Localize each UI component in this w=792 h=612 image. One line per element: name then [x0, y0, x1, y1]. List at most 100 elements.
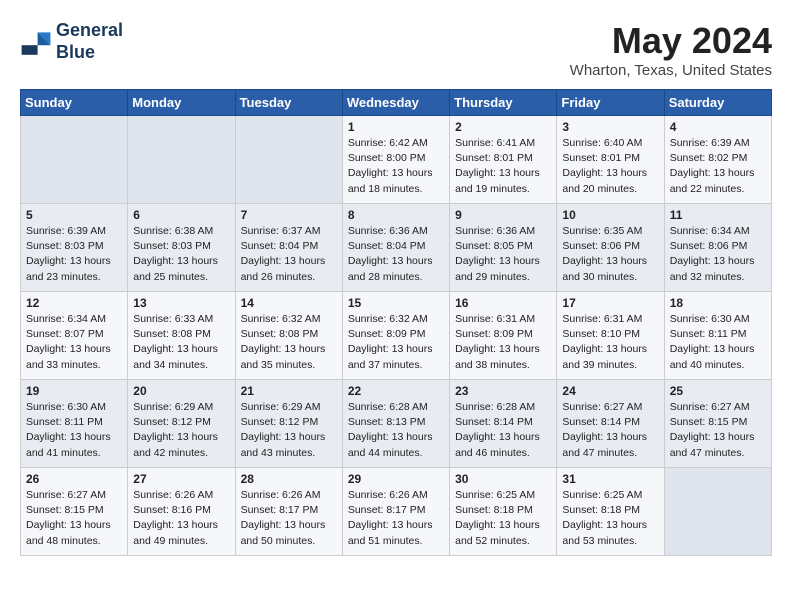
day-info: Sunrise: 6:26 AM Sunset: 8:17 PM Dayligh… — [241, 488, 337, 549]
calendar-cell: 22 Sunrise: 6:28 AM Sunset: 8:13 PM Dayli… — [342, 380, 449, 468]
header-cell-wednesday: Wednesday — [342, 90, 449, 116]
calendar-cell: 23 Sunrise: 6:28 AM Sunset: 8:14 PM Dayli… — [450, 380, 557, 468]
calendar-cell: 27 Sunrise: 6:26 AM Sunset: 8:16 PM Dayli… — [128, 468, 235, 556]
page-header: General Blue May 2024 Wharton, Texas, Un… — [20, 20, 772, 79]
day-info: Sunrise: 6:39 AM Sunset: 8:02 PM Dayligh… — [670, 136, 766, 197]
day-info: Sunrise: 6:34 AM Sunset: 8:06 PM Dayligh… — [670, 224, 766, 285]
day-number: 14 — [241, 296, 337, 310]
day-number: 7 — [241, 208, 337, 222]
calendar-cell: 24Sunrise: 6:27 AM Sunset: 8:14 PM Dayli… — [557, 380, 664, 468]
calendar-cell: 20 Sunrise: 6:29 AM Sunset: 8:12 PM Dayli… — [128, 380, 235, 468]
day-number: 16 — [455, 296, 551, 310]
day-number: 1 — [348, 120, 444, 134]
day-info: Sunrise: 6:32 AM Sunset: 8:09 PM Dayligh… — [348, 312, 444, 373]
calendar-cell: 19 Sunrise: 6:30 AM Sunset: 8:11 PM Dayli… — [21, 380, 128, 468]
day-info: Sunrise: 6:37 AM Sunset: 8:04 PM Dayligh… — [241, 224, 337, 285]
calendar-cell: 11 Sunrise: 6:34 AM Sunset: 8:06 PM Dayli… — [664, 204, 771, 292]
header-cell-monday: Monday — [128, 90, 235, 116]
calendar-cell: 25Sunrise: 6:27 AM Sunset: 8:15 PM Dayli… — [664, 380, 771, 468]
calendar-cell: 12 Sunrise: 6:34 AM Sunset: 8:07 PM Dayli… — [21, 292, 128, 380]
day-number: 12 — [26, 296, 122, 310]
calendar-cell — [128, 116, 235, 204]
header-row: SundayMondayTuesdayWednesdayThursdayFrid… — [21, 90, 772, 116]
calendar-cell: 29Sunrise: 6:26 AM Sunset: 8:17 PM Dayli… — [342, 468, 449, 556]
calendar-cell: 7 Sunrise: 6:37 AM Sunset: 8:04 PM Daylig… — [235, 204, 342, 292]
calendar-cell: 1 Sunrise: 6:42 AM Sunset: 8:00 PM Daylig… — [342, 116, 449, 204]
day-number: 22 — [348, 384, 444, 398]
calendar-row: 26Sunrise: 6:27 AM Sunset: 8:15 PM Dayli… — [21, 468, 772, 556]
day-info: Sunrise: 6:38 AM Sunset: 8:03 PM Dayligh… — [133, 224, 229, 285]
calendar-cell: 8Sunrise: 6:36 AM Sunset: 8:04 PM Daylig… — [342, 204, 449, 292]
calendar-cell: 14 Sunrise: 6:32 AM Sunset: 8:08 PM Dayli… — [235, 292, 342, 380]
month-title: May 2024 — [570, 20, 772, 62]
title-block: May 2024 Wharton, Texas, United States — [570, 20, 772, 79]
day-number: 10 — [562, 208, 658, 222]
header-cell-saturday: Saturday — [664, 90, 771, 116]
calendar-cell: 15Sunrise: 6:32 AM Sunset: 8:09 PM Dayli… — [342, 292, 449, 380]
day-number: 29 — [348, 472, 444, 486]
day-number: 4 — [670, 120, 766, 134]
calendar-cell: 2Sunrise: 6:41 AM Sunset: 8:01 PM Daylig… — [450, 116, 557, 204]
calendar-cell: 13 Sunrise: 6:33 AM Sunset: 8:08 PM Dayli… — [128, 292, 235, 380]
calendar-cell: 9Sunrise: 6:36 AM Sunset: 8:05 PM Daylig… — [450, 204, 557, 292]
day-number: 28 — [241, 472, 337, 486]
day-info: Sunrise: 6:35 AM Sunset: 8:06 PM Dayligh… — [562, 224, 658, 285]
day-number: 27 — [133, 472, 229, 486]
day-info: Sunrise: 6:25 AM Sunset: 8:18 PM Dayligh… — [562, 488, 658, 549]
day-number: 20 — [133, 384, 229, 398]
logo-line2: Blue — [56, 42, 95, 62]
day-number: 11 — [670, 208, 766, 222]
day-number: 30 — [455, 472, 551, 486]
calendar-cell: 26Sunrise: 6:27 AM Sunset: 8:15 PM Dayli… — [21, 468, 128, 556]
calendar-cell: 16Sunrise: 6:31 AM Sunset: 8:09 PM Dayli… — [450, 292, 557, 380]
day-number: 18 — [670, 296, 766, 310]
day-number: 13 — [133, 296, 229, 310]
day-number: 8 — [348, 208, 444, 222]
day-info: Sunrise: 6:30 AM Sunset: 8:11 PM Dayligh… — [26, 400, 122, 461]
day-info: Sunrise: 6:41 AM Sunset: 8:01 PM Dayligh… — [455, 136, 551, 197]
calendar-cell: 3Sunrise: 6:40 AM Sunset: 8:01 PM Daylig… — [557, 116, 664, 204]
day-number: 31 — [562, 472, 658, 486]
calendar-cell: 18 Sunrise: 6:30 AM Sunset: 8:11 PM Dayli… — [664, 292, 771, 380]
day-info: Sunrise: 6:25 AM Sunset: 8:18 PM Dayligh… — [455, 488, 551, 549]
day-info: Sunrise: 6:32 AM Sunset: 8:08 PM Dayligh… — [241, 312, 337, 373]
day-info: Sunrise: 6:27 AM Sunset: 8:15 PM Dayligh… — [26, 488, 122, 549]
day-info: Sunrise: 6:39 AM Sunset: 8:03 PM Dayligh… — [26, 224, 122, 285]
day-info: Sunrise: 6:29 AM Sunset: 8:12 PM Dayligh… — [133, 400, 229, 461]
calendar-row: 5Sunrise: 6:39 AM Sunset: 8:03 PM Daylig… — [21, 204, 772, 292]
day-info: Sunrise: 6:34 AM Sunset: 8:07 PM Dayligh… — [26, 312, 122, 373]
day-info: Sunrise: 6:40 AM Sunset: 8:01 PM Dayligh… — [562, 136, 658, 197]
calendar-row: 19 Sunrise: 6:30 AM Sunset: 8:11 PM Dayli… — [21, 380, 772, 468]
logo: General Blue — [20, 20, 123, 63]
day-info: Sunrise: 6:31 AM Sunset: 8:10 PM Dayligh… — [562, 312, 658, 373]
day-info: Sunrise: 6:33 AM Sunset: 8:08 PM Dayligh… — [133, 312, 229, 373]
day-number: 19 — [26, 384, 122, 398]
day-info: Sunrise: 6:28 AM Sunset: 8:13 PM Dayligh… — [348, 400, 444, 461]
calendar-cell: 17 Sunrise: 6:31 AM Sunset: 8:10 PM Dayli… — [557, 292, 664, 380]
logo-text: General Blue — [56, 20, 123, 63]
day-info: Sunrise: 6:27 AM Sunset: 8:14 PM Dayligh… — [562, 400, 658, 461]
day-info: Sunrise: 6:30 AM Sunset: 8:11 PM Dayligh… — [670, 312, 766, 373]
day-info: Sunrise: 6:28 AM Sunset: 8:14 PM Dayligh… — [455, 400, 551, 461]
day-number: 6 — [133, 208, 229, 222]
calendar-cell: 6 Sunrise: 6:38 AM Sunset: 8:03 PM Daylig… — [128, 204, 235, 292]
day-number: 23 — [455, 384, 551, 398]
header-cell-thursday: Thursday — [450, 90, 557, 116]
calendar-cell: 10 Sunrise: 6:35 AM Sunset: 8:06 PM Dayli… — [557, 204, 664, 292]
calendar-row: 1 Sunrise: 6:42 AM Sunset: 8:00 PM Daylig… — [21, 116, 772, 204]
calendar-cell: 21Sunrise: 6:29 AM Sunset: 8:12 PM Dayli… — [235, 380, 342, 468]
day-info: Sunrise: 6:26 AM Sunset: 8:16 PM Dayligh… — [133, 488, 229, 549]
day-number: 25 — [670, 384, 766, 398]
calendar-cell — [21, 116, 128, 204]
day-number: 17 — [562, 296, 658, 310]
header-cell-tuesday: Tuesday — [235, 90, 342, 116]
day-info: Sunrise: 6:29 AM Sunset: 8:12 PM Dayligh… — [241, 400, 337, 461]
calendar-cell: 5Sunrise: 6:39 AM Sunset: 8:03 PM Daylig… — [21, 204, 128, 292]
day-info: Sunrise: 6:42 AM Sunset: 8:00 PM Dayligh… — [348, 136, 444, 197]
day-number: 9 — [455, 208, 551, 222]
location: Wharton, Texas, United States — [570, 62, 772, 79]
logo-icon — [20, 26, 52, 58]
calendar-cell — [235, 116, 342, 204]
calendar-cell — [664, 468, 771, 556]
calendar-row: 12 Sunrise: 6:34 AM Sunset: 8:07 PM Dayli… — [21, 292, 772, 380]
